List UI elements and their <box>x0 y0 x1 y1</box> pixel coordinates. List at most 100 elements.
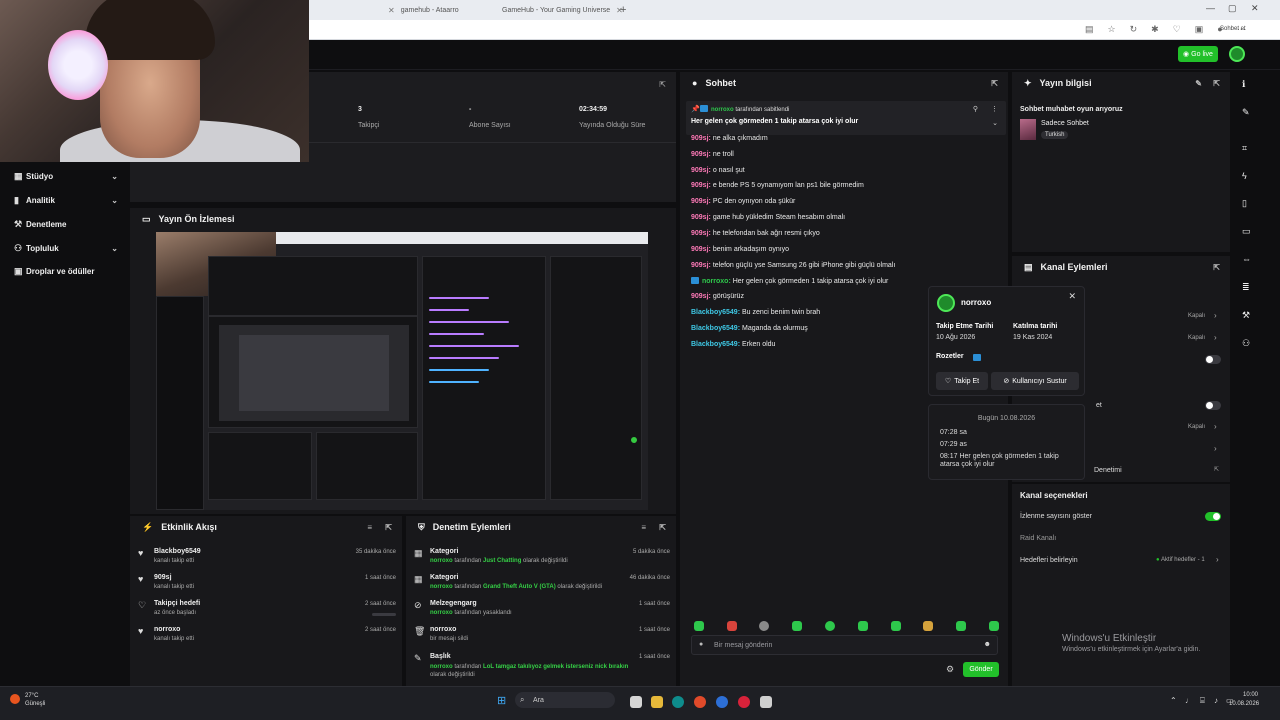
sidebar-item-community[interactable]: ⚇ Topluluk ⌄ <box>14 239 124 257</box>
emote-icon[interactable] <box>727 621 737 631</box>
filter-icon[interactable]: ≡ <box>641 523 646 532</box>
favorites-icon[interactable]: ♡ <box>1173 24 1181 35</box>
toggle-switch[interactable] <box>1205 355 1221 364</box>
viewcount-toggle[interactable] <box>1205 512 1221 521</box>
extensions-icon[interactable]: ✱ <box>1151 24 1159 35</box>
goals-label[interactable]: Hedefleri belirleyin <box>1020 557 1078 564</box>
sidebar-item-studio[interactable]: ▦ Stüdyo ⌄ <box>14 167 124 185</box>
tray-chevron-icon[interactable]: ⌃ <box>1170 696 1177 705</box>
tab-close-icon[interactable]: ✕ <box>388 6 395 15</box>
info-circle-icon[interactable]: ℹ <box>1242 79 1245 90</box>
chat-message[interactable]: 909sj: he telefondan bak ağrı resmi çıky… <box>691 230 820 237</box>
chat-username[interactable]: 909sj <box>691 293 709 300</box>
start-icon[interactable]: ⊞ <box>497 694 506 707</box>
crop-icon[interactable]: ⌗ <box>1242 143 1247 154</box>
profile-label[interactable]: Sohbet et <box>1220 26 1246 32</box>
emote-icon[interactable] <box>956 621 966 631</box>
emote-icon[interactable] <box>858 621 868 631</box>
chat-message[interactable]: 909sj: benim arkadaşım oynıyo <box>691 246 789 253</box>
tag-chip[interactable]: Turkish <box>1041 131 1069 139</box>
emote-icon[interactable] <box>694 621 704 631</box>
sidebar-item-analytics[interactable]: ▮ Analitik ⌄ <box>14 191 124 209</box>
chat-message[interactable]: norroxo: Her gelen çok görmeden 1 takip … <box>691 277 888 285</box>
chat-message[interactable]: 909sj: ne alka çıkmadım <box>691 135 768 142</box>
chevron-right-icon[interactable]: › <box>1214 311 1217 320</box>
list-item[interactable]: 🗑 norroxo bir mesajı sildi 1 saat önce <box>406 623 676 649</box>
chat-username[interactable]: 909sj <box>691 214 709 221</box>
close-window-button[interactable]: ✕ <box>1251 3 1259 14</box>
popout-icon[interactable]: ⇱ <box>1214 466 1219 473</box>
raid-label[interactable]: Raid Kanalı <box>1020 535 1056 542</box>
emote-picker-icon[interactable]: ☻ <box>984 641 991 648</box>
file-explorer-icon[interactable] <box>630 696 642 708</box>
taskbar-search[interactable]: ⌕ Ara <box>515 692 615 708</box>
pencil-icon[interactable]: ✎ <box>1242 107 1250 118</box>
weather-icon[interactable] <box>10 694 20 704</box>
steam-icon[interactable] <box>716 696 728 708</box>
list-item[interactable]: ✎ Başlık norroxo tarafından LoL tamgaz t… <box>406 650 676 682</box>
edge-icon[interactable] <box>672 696 684 708</box>
minimize-button[interactable]: — <box>1206 3 1215 13</box>
emote-icon[interactable] <box>891 621 901 631</box>
chat-username[interactable]: 909sj <box>691 230 709 237</box>
new-tab-button[interactable]: + <box>612 2 634 18</box>
list-item[interactable]: ⊘ Melzegengarg norroxo tarafından yasakl… <box>406 597 676 623</box>
popout-icon[interactable]: ⇱ <box>659 80 666 89</box>
chat-message[interactable]: 909sj: telefon güçlü yse Samsung 26 gibi… <box>691 262 895 269</box>
avatar[interactable] <box>1229 46 1245 62</box>
chat-username[interactable]: 909sj <box>691 262 709 269</box>
chat-message[interactable]: 909sj: ne troll <box>691 151 734 158</box>
mute-user-button[interactable]: ⊘ Kullanıcıyı Sustur <box>991 372 1079 390</box>
pencil-icon[interactable]: ✎ <box>1195 79 1202 88</box>
people-icon[interactable]: ⚇ <box>1242 338 1250 349</box>
list-item[interactable]: ♥ 909sj kanalı takip etti 1 saat önce <box>130 571 402 597</box>
wrench-icon[interactable]: ⚒ <box>1242 310 1250 321</box>
emote-icon[interactable] <box>759 621 769 631</box>
list-item[interactable]: ♡ Takipçi hedefi az önce başladı 2 saat … <box>130 597 402 623</box>
emoji-icon[interactable]: ● <box>699 641 703 648</box>
go-live-button[interactable]: ◉ Go live <box>1178 46 1218 62</box>
follow-button[interactable]: ♡ Takip Et <box>936 372 988 390</box>
category-name[interactable]: Sadece Sohbet <box>1041 120 1089 127</box>
pinned-message[interactable]: 📌 norroxo tarafından sabitlendi Her gele… <box>686 101 1006 135</box>
clipboard-icon[interactable]: ▯ <box>1242 198 1247 209</box>
chat-message[interactable]: 909sj: PC den oynıyon oda şükür <box>691 198 795 205</box>
reader-icon[interactable]: ▤ <box>1085 24 1094 35</box>
list-item[interactable]: ▦ Kategori norroxo tarafından Just Chatt… <box>406 545 676 571</box>
gear-icon[interactable]: ⚙ <box>946 664 954 675</box>
unpin-icon[interactable]: ⚲ <box>973 105 978 113</box>
app-icon[interactable] <box>694 696 706 708</box>
chat-username[interactable]: Blackboy6549 <box>691 341 738 348</box>
emote-icon[interactable] <box>825 621 835 631</box>
emote-icon[interactable] <box>923 621 933 631</box>
chat-message[interactable]: 909sj: görüşürüz <box>691 293 744 300</box>
stream-preview[interactable] <box>156 232 648 510</box>
network-icon[interactable]: ⌸ <box>1200 696 1205 706</box>
star-icon[interactable]: ☆ <box>1108 24 1116 35</box>
chevron-right-icon[interactable]: › <box>1214 422 1217 431</box>
clock-date[interactable]: 10.08.2026 <box>1229 701 1259 707</box>
send-button[interactable]: Gönder <box>963 662 999 677</box>
sidebar-item-drops[interactable]: ▣ Droplar ve ödüller <box>14 262 124 280</box>
folder-icon[interactable] <box>651 696 663 708</box>
sidebar-item-moderation[interactable]: ⚒ Denetleme <box>14 215 124 233</box>
list-icon[interactable]: ≣ <box>1242 282 1250 293</box>
volume-icon[interactable]: ♪ <box>1214 696 1218 705</box>
chat-username[interactable]: 909sj <box>691 246 709 253</box>
list-item[interactable]: ♥ norroxo kanalı takip etti 2 saat önce <box>130 623 402 649</box>
opera-icon[interactable] <box>738 696 750 708</box>
chat-message[interactable]: Blackboy6549: Bu zenci benim twin brah <box>691 309 820 316</box>
bolt-icon[interactable]: ϟ <box>1242 171 1247 181</box>
popout-icon[interactable]: ⇱ <box>1213 79 1220 88</box>
popout-icon[interactable]: ⇱ <box>991 79 998 88</box>
browser-tab-active[interactable]: GameHub - Your Gaming Universe ✕ <box>494 2 631 18</box>
chat-input[interactable]: ● Bir mesaj gönderin ☻ <box>691 635 998 655</box>
refresh-icon[interactable]: ↻ <box>1130 24 1138 35</box>
clock-time[interactable]: 10:00 <box>1243 692 1258 698</box>
chat-username[interactable]: 909sj <box>691 198 709 205</box>
toggle-switch[interactable] <box>1205 401 1221 410</box>
popout-icon[interactable]: ⇱ <box>385 523 392 532</box>
chat-message[interactable]: Blackboy6549: Maganda da olurmuş <box>691 325 808 332</box>
emote-icon[interactable] <box>792 621 802 631</box>
popout-icon[interactable]: ⇱ <box>1213 263 1220 272</box>
